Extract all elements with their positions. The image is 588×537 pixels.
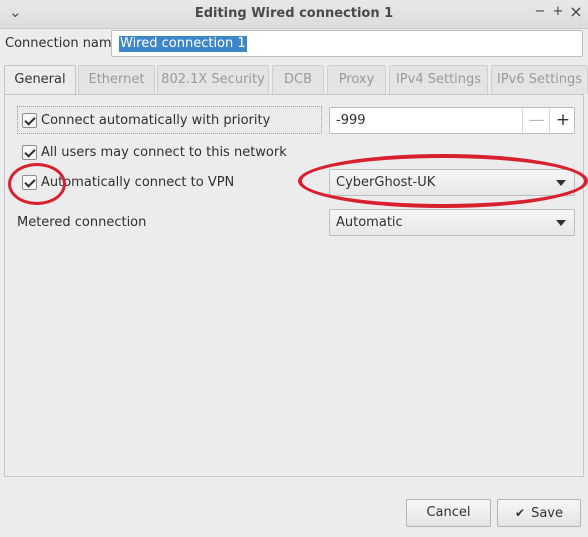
close-icon[interactable]: × [568, 4, 584, 20]
window-title: Editing Wired connection 1 [194, 6, 394, 21]
tab-8021x-security[interactable]: 802.1X Security [157, 65, 269, 94]
maximize-icon[interactable]: + [550, 4, 566, 20]
checkmark-icon: ✔ [515, 506, 526, 520]
all-users-checkbox[interactable] [22, 145, 37, 160]
all-users-label[interactable]: All users may connect to this network [41, 145, 287, 160]
connection-name-input[interactable]: Wired connection 1 [111, 30, 583, 57]
auto-connect-checkbox[interactable] [22, 113, 37, 128]
decrement-button[interactable]: — [522, 108, 550, 133]
priority-value: -999 [336, 113, 366, 128]
tab-ipv4-settings[interactable]: IPv4 Settings [389, 65, 488, 94]
auto-connect-label[interactable]: Connect automatically with priority [41, 113, 270, 128]
chevron-down-icon [556, 220, 566, 226]
connection-name-value: Wired connection 1 [119, 36, 247, 52]
auto-vpn-label[interactable]: Automatically connect to VPN [41, 175, 234, 190]
tab-ethernet[interactable]: Ethernet [78, 65, 155, 94]
annotation-circle-checkbox [8, 163, 66, 205]
tab-general[interactable]: General [4, 65, 76, 95]
title-bar: ⌄ Editing Wired connection 1 − + × [0, 0, 588, 29]
save-button[interactable]: ✔ Save [497, 499, 581, 527]
connection-name-label: Connection name [5, 36, 120, 51]
save-button-label: Save [531, 506, 563, 521]
metered-select-value: Automatic [336, 215, 403, 230]
tab-ipv6-settings[interactable]: IPv6 Settings [491, 65, 588, 94]
tab-dcb[interactable]: DCB [272, 65, 324, 94]
metered-label: Metered connection [17, 215, 147, 230]
annotation-circle-vpn [298, 154, 588, 208]
priority-spinbox[interactable]: -999 — + [329, 107, 575, 134]
minimize-icon[interactable]: − [532, 4, 548, 20]
tab-proxy[interactable]: Proxy [327, 65, 386, 94]
metered-select[interactable]: Automatic [329, 209, 575, 236]
increment-button[interactable]: + [549, 108, 576, 133]
cancel-button[interactable]: Cancel [406, 499, 491, 527]
